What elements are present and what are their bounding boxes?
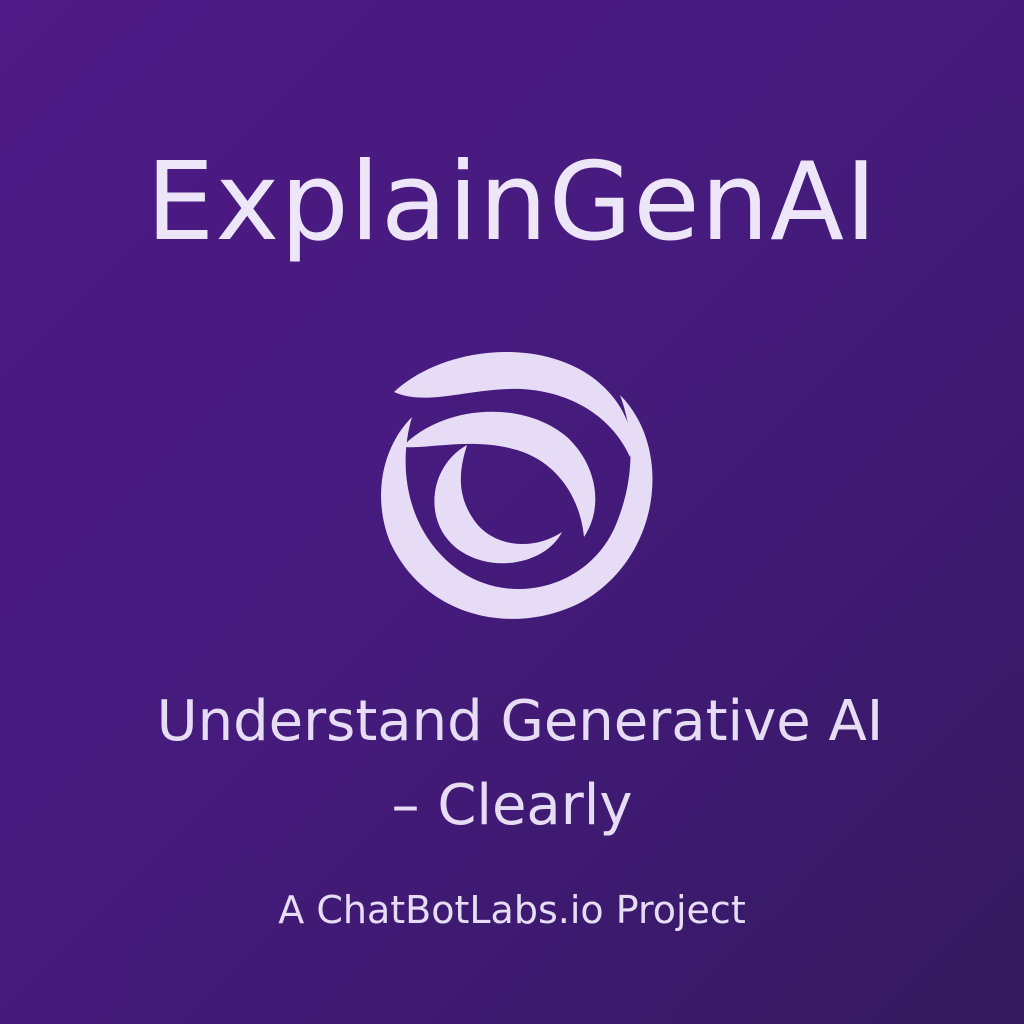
page-title: ExplainGenAI xyxy=(146,140,878,265)
swirl-middle-arc xyxy=(402,411,596,537)
swirl-inner-arc xyxy=(434,445,562,564)
project-tagline: A ChatBotLabs.io Project xyxy=(278,888,746,932)
subtitle-line-1: Understand Generative AI xyxy=(156,689,884,754)
subtitle-line-2: – Clearly xyxy=(391,773,633,838)
swirl-icon xyxy=(381,351,653,619)
